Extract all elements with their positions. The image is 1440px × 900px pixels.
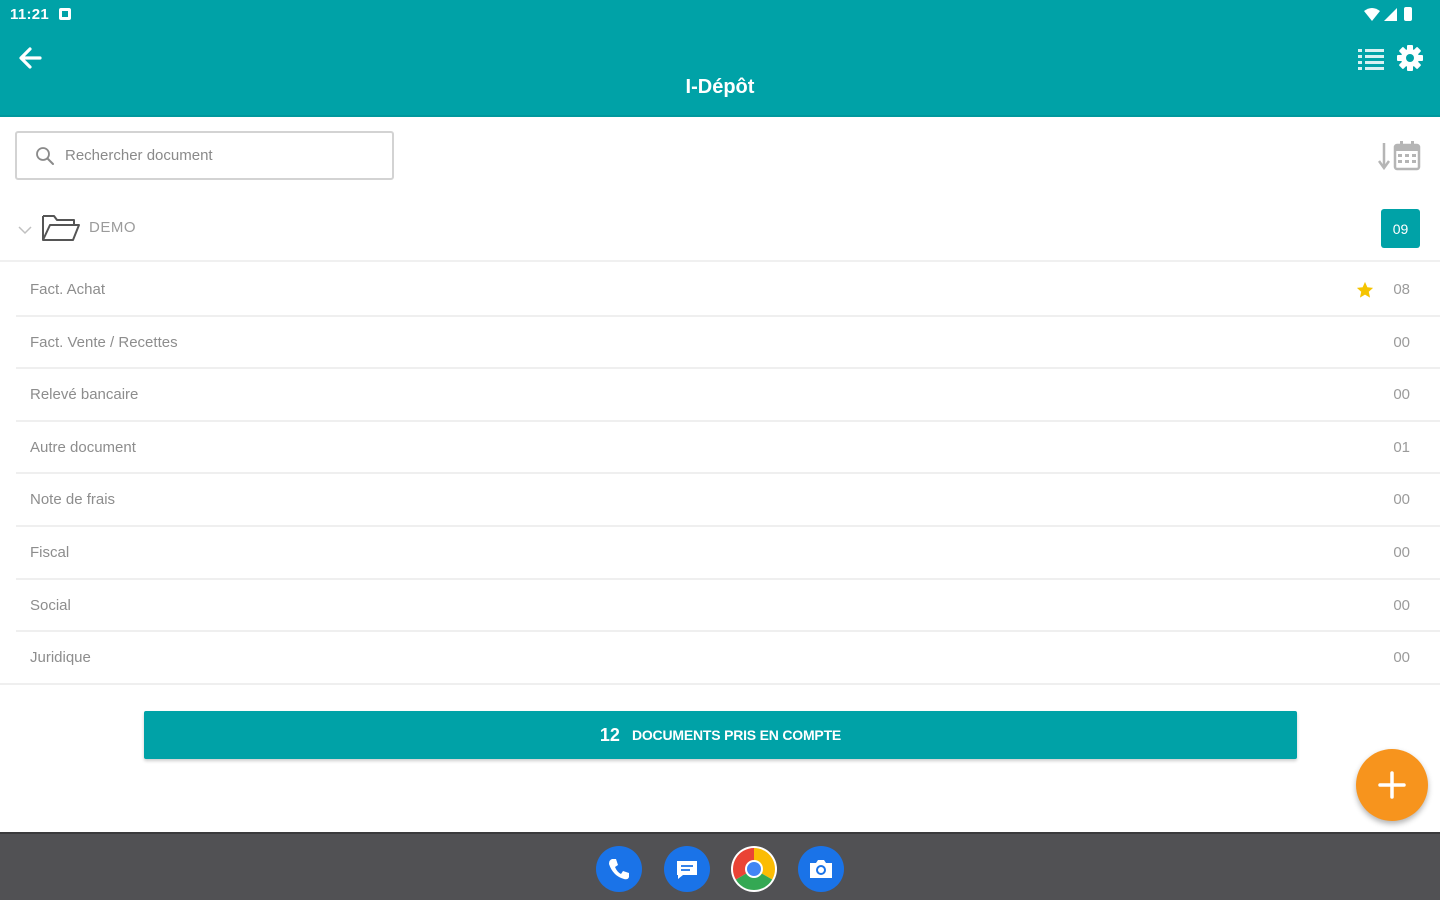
plus-icon	[1378, 771, 1406, 799]
category-count: 00	[1393, 596, 1410, 614]
folder-open-icon	[42, 215, 80, 241]
summary-label: DOCUMENTS PRIS EN COMPTE	[631, 727, 842, 743]
category-count: 00	[1393, 543, 1410, 561]
list-item[interactable]: Autre document 01	[16, 422, 1440, 475]
list-item[interactable]: Juridique 00	[0, 632, 1440, 685]
document-category-list: Fact. Achat 08 Fact. Vente / Recettes 00…	[0, 264, 1440, 685]
category-label: Fiscal	[30, 543, 70, 561]
settings-button[interactable]	[1394, 42, 1426, 74]
camera-app-button[interactable]	[798, 846, 844, 892]
camera-app-icon	[810, 860, 832, 878]
category-label: Fact. Vente / Recettes	[30, 333, 178, 351]
add-document-button[interactable]	[1356, 749, 1428, 821]
chrome-app-icon	[732, 848, 776, 891]
chrome-app-button[interactable]	[731, 846, 777, 892]
star-icon	[1356, 281, 1374, 298]
search-input[interactable]	[65, 147, 365, 164]
category-label: Autre document	[30, 438, 136, 456]
category-count: 00	[1393, 386, 1410, 404]
status-bar: 11:21	[0, 0, 1440, 28]
list-view-button[interactable]	[1355, 44, 1387, 74]
system-dock	[0, 832, 1440, 900]
list-item[interactable]: Fact. Achat 08	[16, 264, 1440, 317]
chevron-down-icon[interactable]	[17, 222, 33, 238]
list-item[interactable]: Social 00	[16, 580, 1440, 633]
sort-by-date-button[interactable]	[1377, 139, 1424, 173]
back-arrow-icon	[19, 47, 42, 69]
gear-icon	[1397, 45, 1423, 71]
category-label: Note de frais	[30, 491, 116, 509]
list-item[interactable]: Fiscal 00	[16, 527, 1440, 580]
category-count: 01	[1393, 438, 1410, 456]
category-count: 00	[1393, 333, 1410, 351]
status-time: 11:21	[10, 6, 50, 23]
signal-icon	[1384, 7, 1397, 21]
folder-name: DEMO	[89, 219, 136, 236]
page-title: I-Dépôt	[685, 76, 755, 98]
category-count: 08	[1393, 281, 1410, 298]
summary-count: 12	[599, 724, 620, 745]
category-count: 00	[1393, 491, 1410, 509]
category-label: Fact. Achat	[30, 281, 106, 298]
search-icon	[36, 146, 54, 165]
notification-icon	[59, 8, 71, 20]
list-item[interactable]: Fact. Vente / Recettes 00	[16, 317, 1440, 370]
documents-summary-button[interactable]: 12 DOCUMENTS PRIS EN COMPTE	[144, 711, 1297, 759]
phone-app-button[interactable]	[596, 846, 642, 892]
category-count: 00	[1393, 649, 1410, 667]
folder-row[interactable]: DEMO 09	[0, 200, 1440, 262]
app-bar: 11:21 I-Dépôt	[0, 0, 1440, 117]
list-item[interactable]: Relevé bancaire 00	[16, 369, 1440, 422]
status-icons	[1364, 6, 1412, 22]
messages-app-button[interactable]	[664, 846, 710, 892]
category-label: Juridique	[30, 649, 91, 667]
folder-count-badge: 09	[1381, 209, 1420, 248]
battery-icon	[1404, 7, 1412, 21]
category-label: Relevé bancaire	[30, 386, 139, 404]
wifi-icon	[1364, 7, 1380, 21]
back-button[interactable]	[14, 42, 46, 74]
sort-date-icon	[1377, 141, 1421, 171]
phone-app-icon	[609, 859, 629, 880]
search-field[interactable]	[15, 131, 394, 180]
list-view-icon	[1358, 49, 1384, 70]
messages-app-icon	[677, 861, 697, 879]
list-item[interactable]: Note de frais 00	[16, 474, 1440, 527]
category-label: Social	[30, 596, 71, 614]
